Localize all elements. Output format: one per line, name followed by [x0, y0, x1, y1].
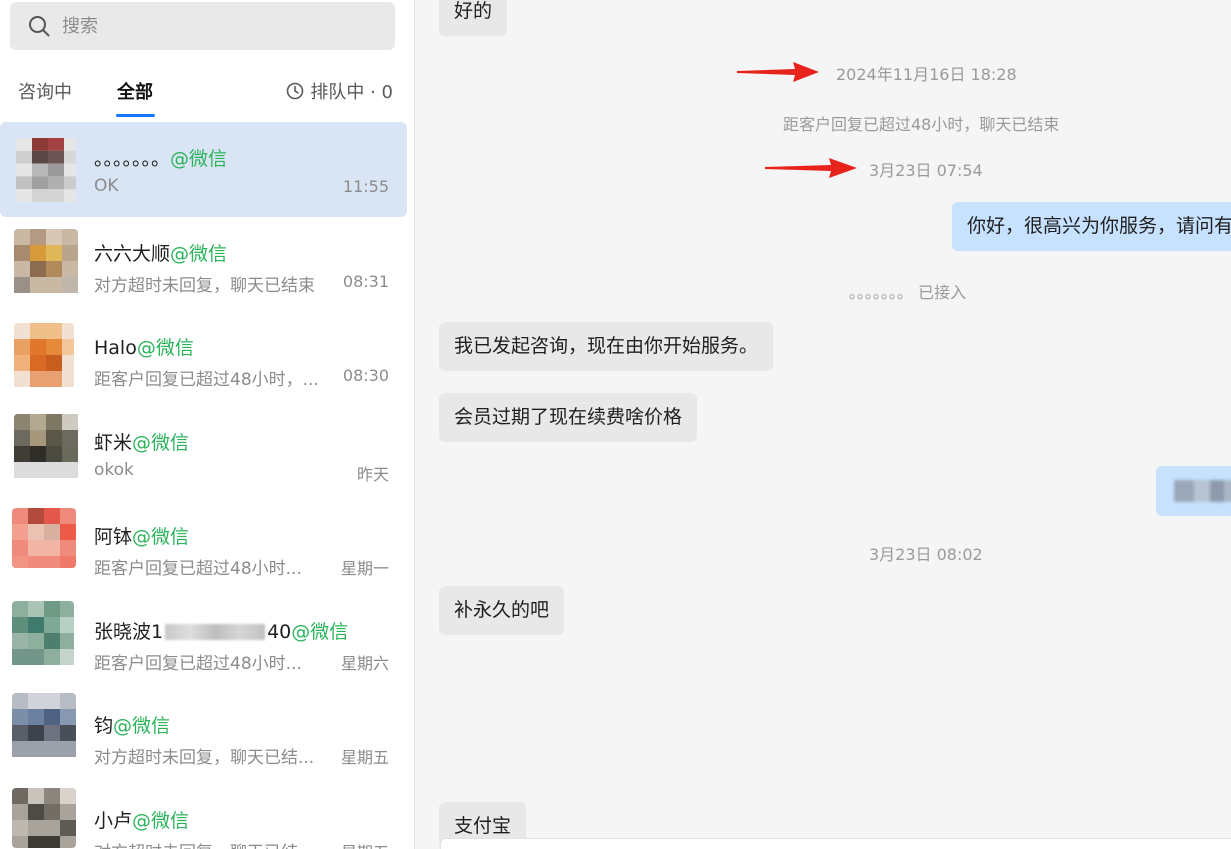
app-window: 咨询中 全部 排队中 · 0	[0, 0, 1231, 849]
queue-status[interactable]: 排队中 · 0	[286, 78, 393, 104]
search-input[interactable]	[62, 12, 382, 40]
red-arrow-icon	[737, 62, 819, 82]
tab-consulting[interactable]: 咨询中	[18, 78, 72, 104]
conversation-time: 08:31	[342, 271, 389, 291]
conversation-preview: 距客户回复已超过48小时...	[94, 653, 302, 674]
queue-label: 排队中 · 0	[310, 82, 393, 103]
message-bubble-agent: 你好，很高兴为你服务，请问有	[952, 202, 1231, 251]
avatar	[12, 508, 76, 568]
conversation-list: 。。。。。。。@微信 OK 11:55 六六大顺@微信 对方超时未回复，聊天已结…	[0, 122, 414, 849]
conversation-time: 08:30	[342, 366, 389, 385]
tab-all[interactable]: 全部	[117, 78, 153, 104]
search-box[interactable]	[10, 2, 395, 50]
conversation-preview: 距客户回复已超过48小时，...	[94, 370, 319, 390]
message-bubble-agent-redacted	[1156, 466, 1231, 516]
conversation-preview: 对方超时未回复，聊天已结束	[94, 275, 315, 296]
avatar	[16, 138, 76, 204]
conversation-item[interactable]: 六六大顺@微信 对方超时未回复，聊天已结束 08:31	[0, 217, 407, 312]
message-bubble-customer: 好的	[439, 0, 508, 36]
red-arrow-icon	[765, 158, 857, 178]
conversation-item[interactable]: Halo@微信 距客户回复已超过48小时，... 08:30	[0, 311, 407, 406]
clock-icon	[287, 82, 304, 100]
tab-bar: 咨询中 全部 排队中 · 0	[0, 62, 414, 120]
conversation-item[interactable]: 小卢@微信 对方超时未回复，聊天已结... 星期五	[0, 784, 407, 849]
conversation-time: 星期六	[340, 653, 389, 673]
agent-joined-notice: 。。。。。。。 已接入	[849, 279, 966, 303]
timestamp: 3月23日 08:02	[869, 545, 983, 564]
conversation-name: 。。。。。。。@微信	[94, 148, 228, 170]
message-bubble-customer: 会员过期了现在续费啥价格	[439, 393, 698, 442]
message-bubble-customer: 我已发起咨询，现在由你开始服务。	[439, 322, 774, 371]
conversation-time: 昨天	[356, 464, 389, 484]
conversation-item[interactable]: 钧@微信 对方超时未回复，聊天已结... 星期五	[0, 689, 407, 784]
timestamp: 3月23日 07:54	[869, 161, 983, 180]
conversation-name: 阿钵@微信	[94, 526, 190, 548]
system-notice: 距客户回复已超过48小时，聊天已结束	[783, 115, 1060, 134]
conversation-item[interactable]: 。。。。。。。@微信 OK 11:55	[0, 122, 407, 217]
conversation-time: 星期一	[340, 559, 389, 578]
avatar	[12, 600, 74, 673]
redacted-blur	[165, 624, 266, 640]
agent-name: 。。。。。。。	[849, 283, 914, 302]
active-tab-indicator	[116, 114, 155, 117]
message-bubble-customer: 补永久的吧	[439, 586, 565, 635]
conversation-preview: okok	[94, 459, 134, 480]
conversation-name: 小卢@微信	[94, 809, 190, 832]
conversation-preview: 距客户回复已超过48小时...	[94, 559, 302, 579]
conversation-preview: OK	[94, 176, 119, 196]
conversation-item[interactable]: 阿钵@微信 距客户回复已超过48小时... 星期一	[0, 500, 407, 595]
conversation-time: 11:55	[342, 177, 389, 196]
avatar	[12, 693, 76, 765]
redacted-blur	[1174, 480, 1231, 502]
conversation-name: Halo@微信	[94, 337, 194, 359]
conversation-time: 星期五	[341, 839, 389, 849]
joined-label: 已接入	[918, 283, 967, 302]
avatar	[14, 413, 82, 486]
avatar	[12, 787, 76, 848]
conversation-preview: 对方超时未回复，聊天已结...	[94, 838, 314, 849]
conversation-time: 星期五	[340, 748, 389, 767]
conversation-name: 六六大顺@微信	[94, 242, 228, 265]
chat-panel: 好的 2024年11月16日 18:28 距客户回复已超过48小时，聊天已结束 …	[415, 0, 1231, 849]
timestamp: 2024年11月16日 18:28	[836, 65, 1017, 84]
search-icon	[29, 16, 50, 37]
conversation-name: 虾米@微信	[94, 431, 190, 454]
conversation-sidebar: 咨询中 全部 排队中 · 0	[0, 0, 415, 849]
conversation-item[interactable]: 虾米@微信 okok 昨天	[0, 406, 407, 501]
conversation-preview: 对方超时未回复，聊天已结...	[94, 748, 315, 768]
avatar	[14, 228, 78, 301]
message-input-area[interactable]	[440, 838, 1231, 849]
conversation-item[interactable]: 张晓波1 40@微信 距客户回复已超过48小时... 星期六	[0, 595, 407, 690]
conversation-name: 张晓波1 40@微信	[94, 620, 349, 643]
conversation-name: 钧@微信	[94, 715, 171, 737]
avatar	[14, 323, 74, 389]
